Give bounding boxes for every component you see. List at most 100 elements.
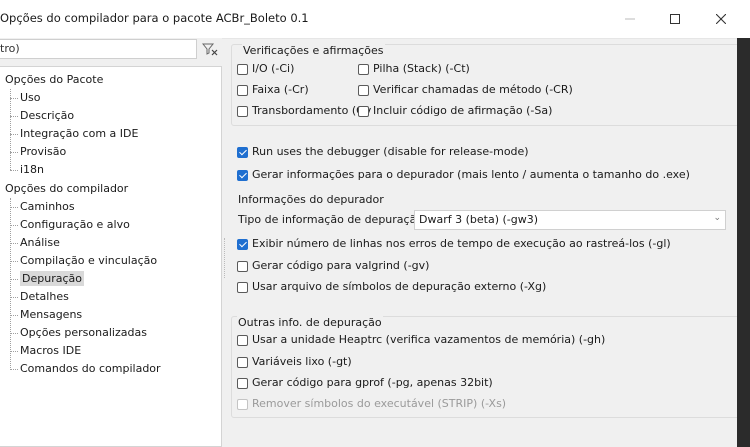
tree-item-detalhes[interactable]: Detalhes bbox=[20, 288, 69, 306]
assertions-checkbox[interactable]: Incluir código de afirmação (-Sa) bbox=[358, 103, 552, 119]
chevron-down-icon: ⌄ bbox=[713, 213, 721, 223]
checkbox-label: Remover símbolos do executável (STRIP) (… bbox=[252, 397, 507, 410]
filter-input-value: tro) bbox=[0, 42, 20, 55]
checkbox-box bbox=[237, 105, 248, 117]
checks-assertions-group: Verificações e afirmações I/O (-Ci) Pilh… bbox=[231, 44, 740, 126]
tree-connector bbox=[10, 207, 18, 208]
external-debug-symbols-checkbox[interactable]: Usar arquivo de símbolos de depuração ex… bbox=[237, 279, 546, 295]
gprof-checkbox[interactable]: Gerar código para gprof (-pg, apenas 32b… bbox=[237, 375, 493, 391]
tree-item-package-options[interactable]: Opções do Pacote bbox=[5, 71, 103, 89]
checkbox-label: Verificar chamadas de método (-CR) bbox=[373, 83, 573, 96]
tree-item-label: Detalhes bbox=[20, 290, 69, 303]
checkbox-box bbox=[237, 398, 248, 410]
maximize-icon bbox=[670, 14, 680, 24]
strip-symbols-checkbox[interactable]: Remover símbolos do executável (STRIP) (… bbox=[237, 396, 506, 412]
tree-connector bbox=[10, 351, 18, 352]
valgrind-checkbox[interactable]: Gerar código para valgrind (-gv) bbox=[237, 258, 429, 274]
tree-connector bbox=[10, 333, 18, 334]
background-window-edge bbox=[737, 38, 750, 447]
debug-info-type-label: Tipo de informação de depuração bbox=[238, 213, 424, 226]
checkbox-box bbox=[237, 260, 248, 272]
checkbox-box bbox=[237, 84, 248, 96]
title-bar: Opções do compilador para o pacote ACBr_… bbox=[0, 0, 750, 39]
heaptrc-checkbox[interactable]: Usar a unidade Heaptrc (verifica vazamen… bbox=[237, 332, 605, 348]
checkbox-box bbox=[237, 63, 248, 75]
tree-item-descricao[interactable]: Descrição bbox=[20, 107, 74, 125]
tree-item-custom-options[interactable]: Opções personalizadas bbox=[20, 324, 147, 342]
tree-item-label: Mensagens bbox=[20, 308, 83, 321]
tree-item-label: Configuração e alvo bbox=[20, 218, 130, 231]
other-debug-info-group: Outras info. de depuração Usar a unidade… bbox=[231, 316, 740, 418]
group-legend: Outras info. de depuração bbox=[237, 316, 383, 329]
tree-item-ide-macros[interactable]: Macros IDE bbox=[20, 342, 81, 360]
checkbox-label: Gerar código para valgrind (-gv) bbox=[252, 259, 430, 272]
trash-variables-checkbox[interactable]: Variáveis lixo (-gt) bbox=[237, 354, 352, 370]
tree-connector bbox=[10, 116, 18, 117]
tree-connector bbox=[10, 89, 11, 170]
tree-connector bbox=[10, 243, 18, 244]
tree-connector bbox=[10, 315, 18, 316]
tree-item-label: Compilação e vinculação bbox=[20, 254, 158, 267]
close-icon bbox=[716, 14, 726, 24]
checkbox-box bbox=[237, 356, 248, 368]
tree-connector bbox=[10, 297, 18, 298]
overflow-check-checkbox[interactable]: Transbordamento (Ov bbox=[237, 103, 371, 119]
group-legend: Informações do depurador bbox=[237, 193, 385, 206]
checkbox-label: Run uses the debugger (disable for relea… bbox=[252, 145, 529, 158]
checkbox-label: Usar a unidade Heaptrc (verifica vazamen… bbox=[252, 333, 606, 346]
generate-debug-info-checkbox[interactable]: Gerar informações para o depurador (mais… bbox=[237, 167, 690, 183]
run-uses-debugger-checkbox[interactable]: Run uses the debugger (disable for relea… bbox=[237, 144, 529, 160]
checkbox-box bbox=[237, 238, 248, 250]
checkbox-label: Usar arquivo de símbolos de depuração ex… bbox=[252, 280, 547, 293]
checkbox-label: Faixa (-Cr) bbox=[252, 83, 309, 96]
checkbox-label: Gerar código para gprof (-pg, apenas 32b… bbox=[252, 376, 493, 389]
group-legend: Verificações e afirmações bbox=[242, 44, 385, 57]
tree-item-analise[interactable]: Análise bbox=[20, 234, 60, 252]
tree-item-compile-link[interactable]: Compilação e vinculação bbox=[20, 252, 157, 270]
checkbox-box bbox=[358, 63, 369, 75]
maximize-button[interactable] bbox=[652, 0, 698, 38]
tree-item-depuracao[interactable]: Depuração bbox=[20, 270, 84, 288]
tree-item-compiler-commands[interactable]: Comandos do compilador bbox=[20, 360, 161, 378]
checkbox-box bbox=[237, 146, 248, 158]
tree-item-i18n[interactable]: i18n bbox=[20, 161, 44, 179]
tree-item-label: Provisão bbox=[20, 145, 67, 158]
tree-item-label: Análise bbox=[20, 236, 60, 249]
tree-connector bbox=[10, 225, 18, 226]
line-numbers-checkbox[interactable]: Exibir número de linhas nos erros de tem… bbox=[237, 236, 671, 252]
checkbox-box bbox=[237, 334, 248, 346]
options-navigation-pane: tro) Opções do Pacote Uso Descrição Inte… bbox=[0, 38, 222, 447]
debug-info-type-select[interactable]: Dwarf 3 (beta) (-gw3) ⌄ bbox=[414, 210, 726, 230]
io-check-checkbox[interactable]: I/O (-Ci) bbox=[237, 61, 294, 77]
stack-check-checkbox[interactable]: Pilha (Stack) (-Ct) bbox=[358, 61, 470, 77]
tree-connector bbox=[10, 369, 18, 370]
checkbox-label: Variáveis lixo (-gt) bbox=[252, 355, 352, 368]
tree-connector bbox=[10, 134, 18, 135]
debug-info-type-value: Dwarf 3 (beta) (-gw3) bbox=[419, 213, 539, 226]
close-button[interactable] bbox=[698, 0, 744, 38]
checkbox-box bbox=[237, 377, 248, 389]
checkbox-label: Transbordamento (Ov bbox=[252, 104, 372, 117]
range-check-checkbox[interactable]: Faixa (-Cr) bbox=[237, 82, 309, 98]
tree-item-label: Opções do Pacote bbox=[5, 73, 104, 86]
tree-item-compiler-options[interactable]: Opções do compilador bbox=[5, 180, 128, 198]
tree-item-label: Uso bbox=[20, 91, 41, 104]
minimize-button[interactable] bbox=[607, 0, 653, 38]
tree-item-caminhos[interactable]: Caminhos bbox=[20, 198, 75, 216]
checkbox-box bbox=[237, 169, 248, 181]
checkbox-box bbox=[237, 281, 248, 293]
tree-connector bbox=[10, 261, 18, 262]
method-calls-checkbox[interactable]: Verificar chamadas de método (-CR) bbox=[358, 82, 573, 98]
tree-item-uso[interactable]: Uso bbox=[20, 89, 41, 107]
tree-connector bbox=[10, 170, 18, 171]
checkbox-label: I/O (-Ci) bbox=[252, 62, 295, 75]
tree-item-provisao[interactable]: Provisão bbox=[20, 143, 66, 161]
clear-filter-button[interactable] bbox=[201, 42, 218, 56]
tree-item-mensagens[interactable]: Mensagens bbox=[20, 306, 82, 324]
tree-item-label: Descrição bbox=[20, 109, 75, 122]
options-tree[interactable]: Opções do Pacote Uso Descrição Integraçã… bbox=[0, 66, 222, 447]
tree-connector bbox=[10, 279, 18, 280]
tree-item-config-target[interactable]: Configuração e alvo bbox=[20, 216, 130, 234]
filter-input[interactable]: tro) bbox=[0, 39, 197, 59]
tree-item-ide-integration[interactable]: Integração com a IDE bbox=[20, 125, 138, 143]
